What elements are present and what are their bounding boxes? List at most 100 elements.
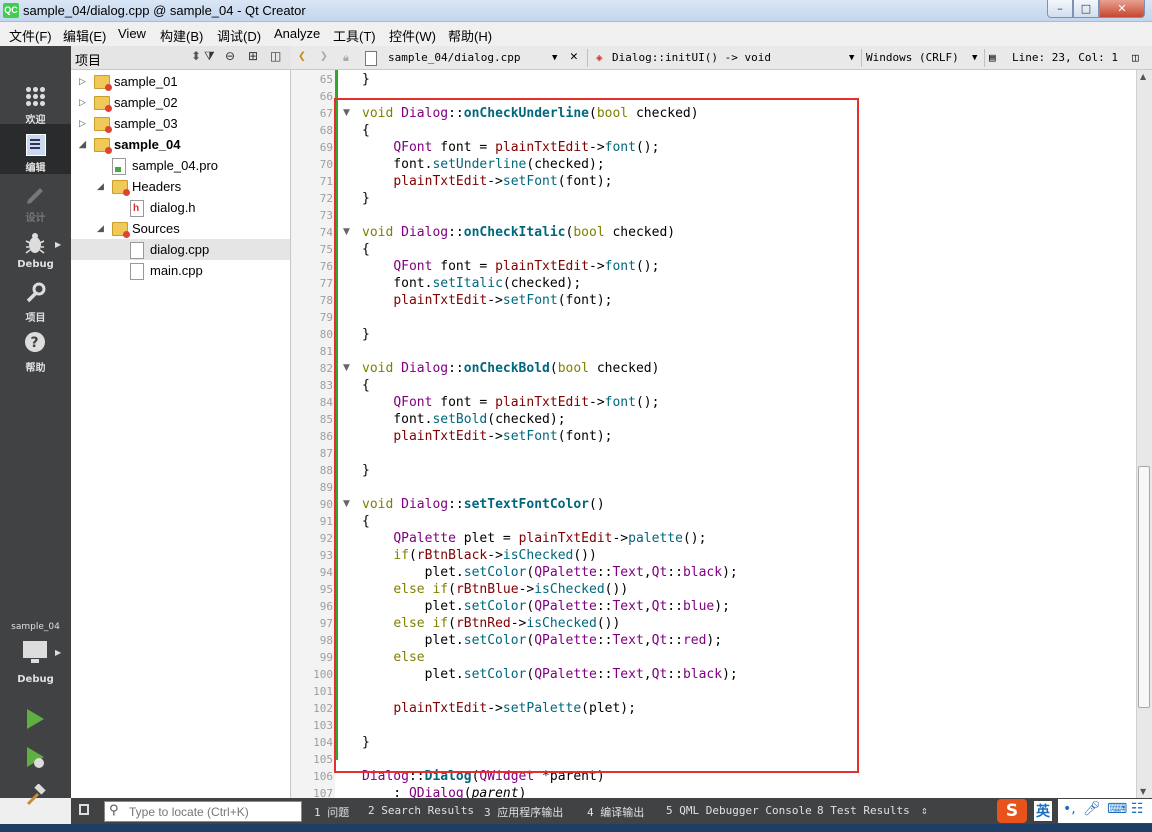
line-number: 81: [319, 345, 333, 358]
line-number: 88: [319, 464, 333, 477]
menu-view[interactable]: View: [118, 26, 146, 41]
cursor-position[interactable]: Line: 23, Col: 1: [1012, 51, 1118, 64]
line-number: 76: [319, 260, 333, 273]
tree-item-dialog-cpp[interactable]: dialog.cpp: [71, 239, 290, 260]
locator-input[interactable]: ⚲ Type to locate (Ctrl+K): [104, 801, 302, 822]
line-number: 92: [319, 532, 333, 545]
list-icon: ▤: [989, 51, 996, 64]
menu-help[interactable]: 帮助(H): [448, 26, 492, 45]
mode-edit[interactable]: 编辑: [0, 124, 71, 174]
tree-item-sample-01[interactable]: ▷ sample_01: [71, 71, 290, 92]
mode-debug[interactable]: ▶ Debug: [0, 224, 71, 274]
qt-creator-logo-icon: QC: [3, 3, 19, 18]
scroll-up-icon: ▲: [1140, 72, 1147, 81]
tree-item-sources[interactable]: ◢ Sources: [71, 218, 290, 239]
menu-tools[interactable]: 工具(T): [333, 26, 376, 45]
tree-item-headers[interactable]: ◢ Headers: [71, 176, 290, 197]
ime-menu-icon[interactable]: ☷: [1131, 801, 1144, 817]
ime-language[interactable]: 英: [1034, 801, 1052, 821]
close-document-icon[interactable]: ✕: [570, 49, 578, 64]
back-icon[interactable]: ❮: [298, 49, 306, 64]
line-number: 79: [319, 311, 333, 324]
maximize-button[interactable]: □: [1073, 0, 1099, 18]
tab-application-output[interactable]: 3 应用程序输出: [484, 804, 563, 820]
kit-mode-label: Debug: [17, 674, 54, 685]
menu-edit[interactable]: 编辑(E): [63, 26, 106, 45]
line-number: 77: [319, 277, 333, 290]
search-icon: ⚲: [109, 803, 119, 818]
line-number: 104: [313, 736, 333, 749]
symbol-dropdown-icon[interactable]: ▼: [849, 53, 854, 63]
tree-item-sample-03[interactable]: ▷ sample_03: [71, 113, 290, 134]
tree-item-dialog-h[interactable]: dialog.h: [71, 197, 290, 219]
mode-projects[interactable]: 项目: [0, 274, 71, 324]
tree-item-sample-02[interactable]: ▷ sample_02: [71, 92, 290, 113]
mode-label: 帮助: [25, 363, 46, 374]
lock-icon: 🔒︎: [343, 51, 349, 64]
build-hammer-icon[interactable]: [24, 784, 46, 806]
title-bar: QC sample_04/dialog.cpp @ sample_04 - Qt…: [0, 0, 1152, 22]
minimize-button[interactable]: –: [1047, 0, 1073, 18]
line-number: 98: [319, 634, 333, 647]
line-number: 105: [313, 753, 333, 766]
line-number: 71: [319, 175, 333, 188]
run-button[interactable]: [24, 708, 46, 730]
menu-build[interactable]: 构建(B): [160, 26, 203, 45]
keyboard-icon[interactable]: ⌨: [1107, 801, 1127, 817]
tree-item-main-cpp[interactable]: main.cpp: [71, 260, 290, 281]
close-pane-icon[interactable]: ◫: [270, 49, 281, 63]
menu-debug[interactable]: 调试(D): [217, 26, 261, 45]
mode-help[interactable]: ? 帮助: [0, 324, 71, 374]
menu-analyze[interactable]: Analyze: [274, 26, 320, 41]
sidebar-title[interactable]: 项目: [75, 50, 101, 69]
mode-welcome[interactable]: 欢迎: [0, 76, 71, 126]
tree-item-sample-04[interactable]: ◢ sample_04: [71, 134, 290, 155]
line-ending-dropdown-icon[interactable]: ▼: [972, 53, 977, 63]
code-line[interactable]: }: [362, 71, 370, 88]
line-number: 100: [313, 668, 333, 681]
scrollbar-thumb[interactable]: [1138, 466, 1150, 708]
mode-label: 设计: [25, 213, 46, 224]
split-icon[interactable]: ⊞: [248, 49, 258, 63]
help-icon: ?: [25, 332, 45, 352]
line-number: 101: [313, 685, 333, 698]
tree-item-pro-file[interactable]: sample_04.pro: [71, 155, 290, 176]
close-button[interactable]: ✕: [1099, 0, 1145, 18]
kit-selector[interactable]: ▶ Debug: [0, 634, 71, 694]
microphone-icon[interactable]: 🎤︎: [1083, 801, 1101, 817]
file-icon: [365, 51, 377, 66]
line-number: 103: [313, 719, 333, 732]
line-number: 82: [319, 362, 333, 375]
filter-icon[interactable]: ⧩: [204, 49, 215, 64]
monitor-icon: [23, 641, 47, 663]
symbol-selector[interactable]: Dialog::initUI() -> void: [612, 51, 771, 64]
grid-icon: [25, 86, 46, 107]
open-file-name[interactable]: sample_04/dialog.cpp: [388, 51, 520, 64]
line-number: 99: [319, 651, 333, 664]
line-number: 84: [319, 396, 333, 409]
toggle-sidebar-icon[interactable]: [79, 804, 89, 815]
tab-qml-debugger-console[interactable]: 5 QML Debugger Console: [666, 804, 812, 817]
tab-search-results[interactable]: 2 Search Results: [368, 804, 474, 817]
header-file-icon: [130, 198, 144, 219]
debug-run-button[interactable]: [24, 746, 46, 770]
menu-widgets[interactable]: 控件(W): [389, 26, 436, 45]
ime-logo-icon[interactable]: S: [997, 799, 1027, 823]
line-ending-selector[interactable]: Windows (CRLF): [866, 51, 959, 64]
tab-issues[interactable]: 1 问题: [314, 804, 349, 820]
line-number: 70: [319, 158, 333, 171]
line-number: 97: [319, 617, 333, 630]
locator-placeholder: Type to locate (Ctrl+K): [129, 805, 249, 819]
tab-test-results[interactable]: 8 Test Results: [817, 804, 910, 817]
split-editor-icon[interactable]: ◫: [1132, 51, 1139, 64]
tab-compile-output[interactable]: 4 编译输出: [587, 804, 644, 820]
editor-toolbar: ❮ ❯ 🔒︎ sample_04/dialog.cpp ▼ ✕ ◈ Dialog…: [291, 46, 1152, 70]
ime-punct-icon[interactable]: •,: [1063, 801, 1076, 817]
menu-file[interactable]: 文件(F): [9, 26, 52, 45]
line-number: 73: [319, 209, 333, 222]
mode-design[interactable]: 设计: [0, 174, 71, 224]
file-dropdown-icon[interactable]: ▼: [552, 53, 557, 63]
link-icon[interactable]: ⊖: [225, 49, 235, 63]
more-tabs-icon[interactable]: ⇕: [921, 804, 928, 817]
forward-icon[interactable]: ❯: [320, 49, 328, 64]
